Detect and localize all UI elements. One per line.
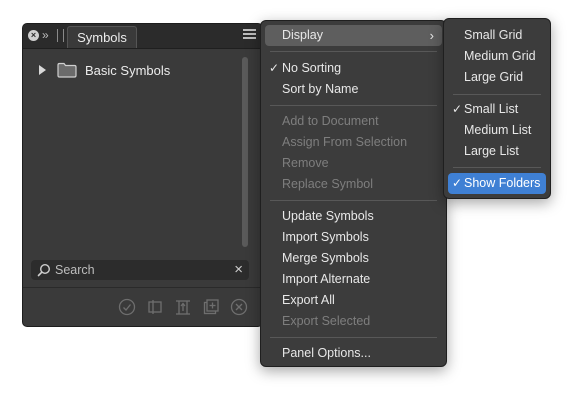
menu-item-label: Sort by Name (282, 82, 359, 96)
collapse-icon[interactable]: » (42, 27, 49, 43)
search-icon (37, 263, 51, 277)
menu-separator (270, 105, 437, 106)
scrollbar[interactable] (242, 57, 248, 247)
search-input[interactable] (55, 263, 225, 277)
menu-item-label: Remove (282, 156, 329, 170)
add-icon[interactable] (202, 298, 220, 316)
checkmark-icon: ✓ (269, 61, 280, 75)
menu-item-label: Import Alternate (282, 272, 371, 286)
menu-separator (270, 200, 437, 201)
menu-item-label: Small Grid (464, 28, 523, 42)
tab-symbols[interactable]: Symbols (67, 26, 137, 48)
menu-item-add-to-document: Add to Document (265, 111, 442, 132)
menu-item-remove: Remove (265, 153, 442, 174)
menu-separator (270, 51, 437, 52)
menu-item-label: Show Folders (464, 176, 541, 190)
disclosure-triangle-icon[interactable] (39, 65, 46, 75)
menu-item-import-symbols[interactable]: Import Symbols (265, 227, 442, 248)
menu-item-label: Small List (464, 102, 519, 116)
menu-item-label: Large Grid (464, 70, 524, 84)
panel-footer (23, 287, 262, 326)
remove-icon[interactable] (230, 298, 248, 316)
symbols-panel: × » Symbols Basic Symbols × (22, 23, 263, 327)
assign-icon[interactable] (146, 298, 164, 316)
close-icon[interactable]: × (28, 30, 39, 41)
menu-item-no-sorting[interactable]: ✓ No Sorting (265, 58, 442, 79)
menu-separator (270, 337, 437, 338)
menu-item-label: Medium List (464, 123, 532, 137)
search-field[interactable]: × (31, 260, 249, 280)
clear-search-icon[interactable]: × (234, 261, 243, 278)
menu-item-label: Export Selected (282, 314, 371, 328)
menu-item-label: Merge Symbols (282, 251, 369, 265)
submenu-item-medium-list[interactable]: Medium List (448, 120, 546, 141)
menu-item-label: Assign From Selection (282, 135, 408, 149)
menu-item-merge-symbols[interactable]: Merge Symbols (265, 248, 442, 269)
panel-header: × » Symbols (23, 24, 262, 49)
replace-icon[interactable] (174, 298, 192, 316)
menu-item-label: Update Symbols (282, 209, 374, 223)
panel-grip-icon[interactable] (57, 29, 64, 42)
menu-item-label: Replace Symbol (282, 177, 374, 191)
menu-separator (453, 167, 541, 168)
menu-item-label: No Sorting (282, 61, 342, 75)
submenu-item-large-list[interactable]: Large List (448, 141, 546, 162)
menu-item-label: Panel Options... (282, 346, 371, 360)
menu-item-display[interactable]: Display › (265, 25, 442, 46)
menu-item-sort-by-name[interactable]: Sort by Name (265, 79, 442, 100)
display-submenu: Small Grid Medium Grid Large Grid ✓ Smal… (443, 18, 551, 199)
submenu-item-small-list[interactable]: ✓ Small List (448, 99, 546, 120)
submenu-item-small-grid[interactable]: Small Grid (448, 25, 546, 46)
folder-icon (57, 62, 77, 78)
tree-item-label: Basic Symbols (85, 62, 171, 78)
submenu-arrow-icon: › (429, 28, 434, 43)
menu-separator (453, 94, 541, 95)
menu-item-label: Import Symbols (282, 230, 369, 244)
menu-item-update-symbols[interactable]: Update Symbols (265, 206, 442, 227)
submenu-item-show-folders[interactable]: ✓ Show Folders (448, 173, 546, 194)
menu-item-export-all[interactable]: Export All (265, 290, 442, 311)
menu-item-panel-options[interactable]: Panel Options... (265, 343, 442, 364)
menu-item-label: Large List (464, 144, 519, 158)
menu-item-import-alternate[interactable]: Import Alternate (265, 269, 442, 290)
menu-item-label: Medium Grid (464, 49, 536, 63)
menu-item-assign-from-selection: Assign From Selection (265, 132, 442, 153)
menu-item-label: Display (282, 28, 323, 42)
menu-item-replace-symbol: Replace Symbol (265, 174, 442, 195)
panel-menu-icon[interactable] (243, 29, 256, 42)
menu-item-export-selected: Export Selected (265, 311, 442, 332)
menu-item-label: Export All (282, 293, 335, 307)
submenu-item-medium-grid[interactable]: Medium Grid (448, 46, 546, 67)
menu-item-label: Add to Document (282, 114, 379, 128)
submenu-item-large-grid[interactable]: Large Grid (448, 67, 546, 88)
panel-options-menu: Display › ✓ No Sorting Sort by Name Add … (260, 20, 447, 367)
checkmark-icon: ✓ (452, 176, 463, 190)
checkmark-icon: ✓ (452, 102, 463, 116)
tree-item-basic-symbols[interactable]: Basic Symbols (39, 60, 170, 80)
checkmark-icon[interactable] (118, 298, 136, 316)
